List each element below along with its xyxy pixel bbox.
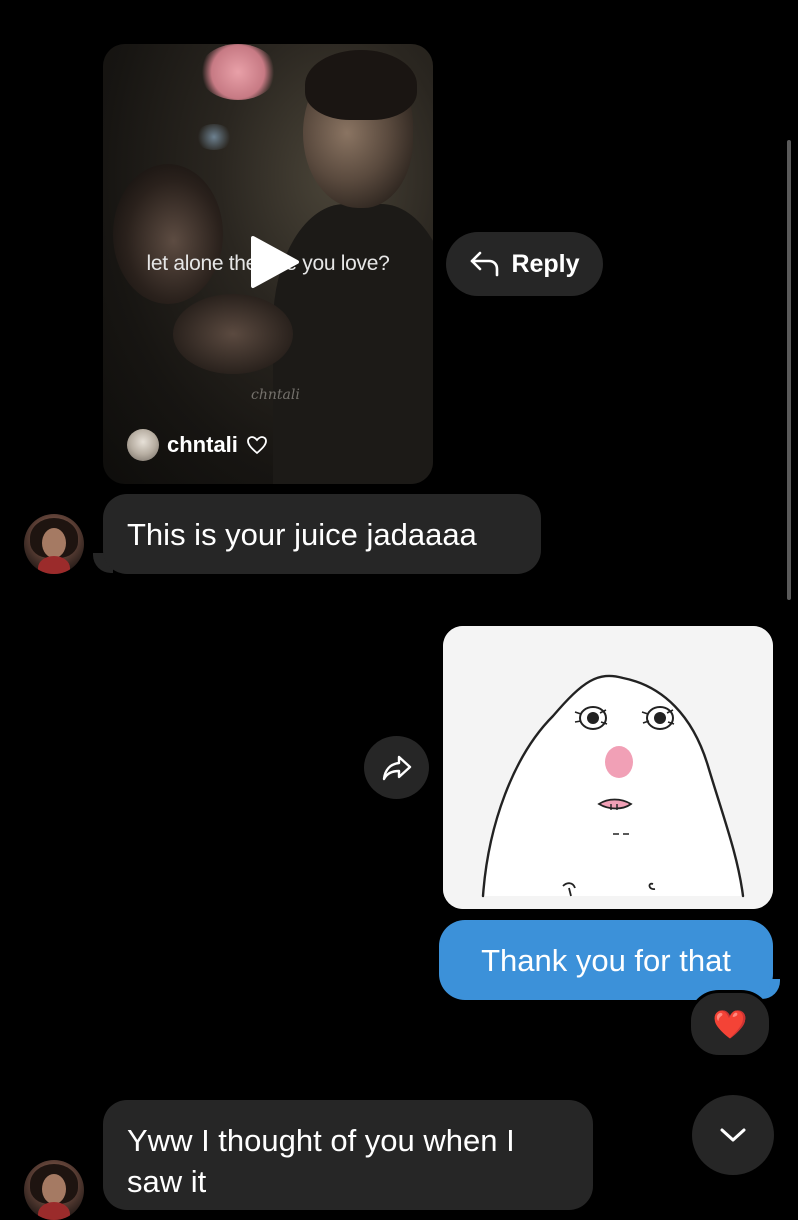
reply-arrow-icon <box>471 251 499 277</box>
reply-label: Reply <box>511 249 580 278</box>
message-text: Yww I thought of you when I saw it <box>127 1123 515 1199</box>
video-creator[interactable]: chntali <box>127 428 268 462</box>
sticker-image[interactable] <box>443 626 773 909</box>
video-figure-head-2 <box>113 164 223 304</box>
video-figure-hair <box>305 50 417 120</box>
video-watermark: chntali <box>251 387 300 403</box>
video-bokeh-dot <box>195 124 233 150</box>
heart-reaction-icon: ❤️ <box>712 1008 748 1040</box>
video-figure-hands <box>173 294 293 374</box>
blob-sticker-icon <box>443 626 773 909</box>
contact-avatar[interactable] <box>24 514 84 574</box>
chevron-down-icon <box>720 1128 746 1142</box>
creator-name: chntali <box>167 432 238 457</box>
video-bokeh-light <box>199 44 277 100</box>
contact-avatar[interactable] <box>24 1160 84 1220</box>
outgoing-message[interactable]: Thank you for that <box>439 920 773 1000</box>
share-icon <box>382 755 411 780</box>
reply-button[interactable]: Reply <box>446 232 603 296</box>
shared-video-card[interactable]: let alone the one you love? chntali chnt… <box>103 44 433 484</box>
share-button[interactable] <box>364 736 429 799</box>
incoming-message[interactable]: This is your juice jadaaaa <box>103 494 541 574</box>
message-text: Thank you for that <box>481 942 731 978</box>
scroll-to-bottom-button[interactable] <box>692 1095 774 1175</box>
reaction-badge[interactable]: ❤️ <box>688 990 772 1058</box>
heart-outline-icon <box>247 436 267 455</box>
message-text: This is your juice jadaaaa <box>127 516 477 552</box>
creator-avatar <box>127 429 159 461</box>
scrollbar[interactable] <box>787 140 791 600</box>
play-icon[interactable] <box>247 234 303 290</box>
incoming-message[interactable]: Yww I thought of you when I saw it <box>103 1100 593 1210</box>
